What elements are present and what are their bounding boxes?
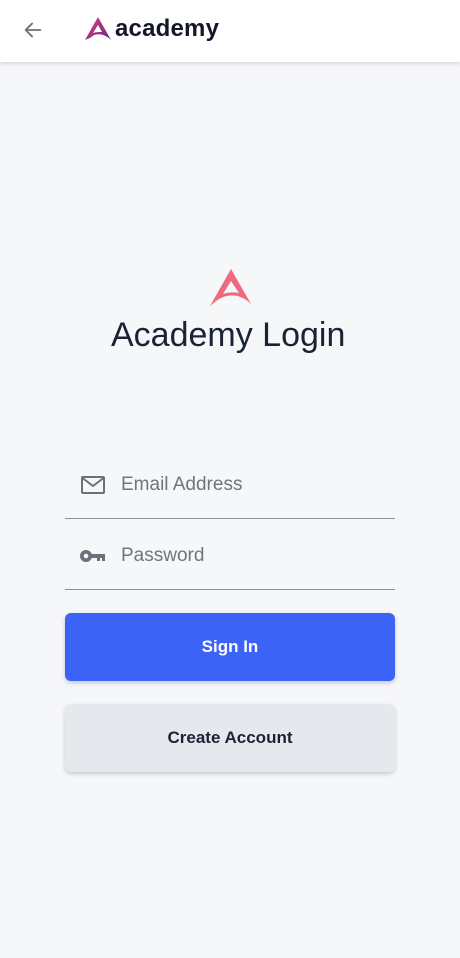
brand-name: academy	[115, 15, 220, 42]
brand-logo: academy	[84, 12, 219, 46]
password-input[interactable]	[121, 535, 371, 576]
back-button[interactable]	[18, 15, 48, 45]
email-field	[65, 451, 395, 519]
create-account-button[interactable]: Create Account	[65, 704, 395, 772]
sign-in-button[interactable]: Sign In	[65, 613, 395, 681]
arrow-left-icon	[24, 22, 42, 38]
app-header: academy	[0, 0, 460, 62]
email-input[interactable]	[121, 464, 371, 505]
key-icon	[79, 542, 107, 570]
page-title: Academy Login	[111, 316, 346, 354]
mail-icon	[79, 471, 107, 499]
password-field	[65, 522, 395, 590]
academy-logo-icon	[210, 269, 251, 306]
academy-logo-icon	[85, 17, 111, 40]
